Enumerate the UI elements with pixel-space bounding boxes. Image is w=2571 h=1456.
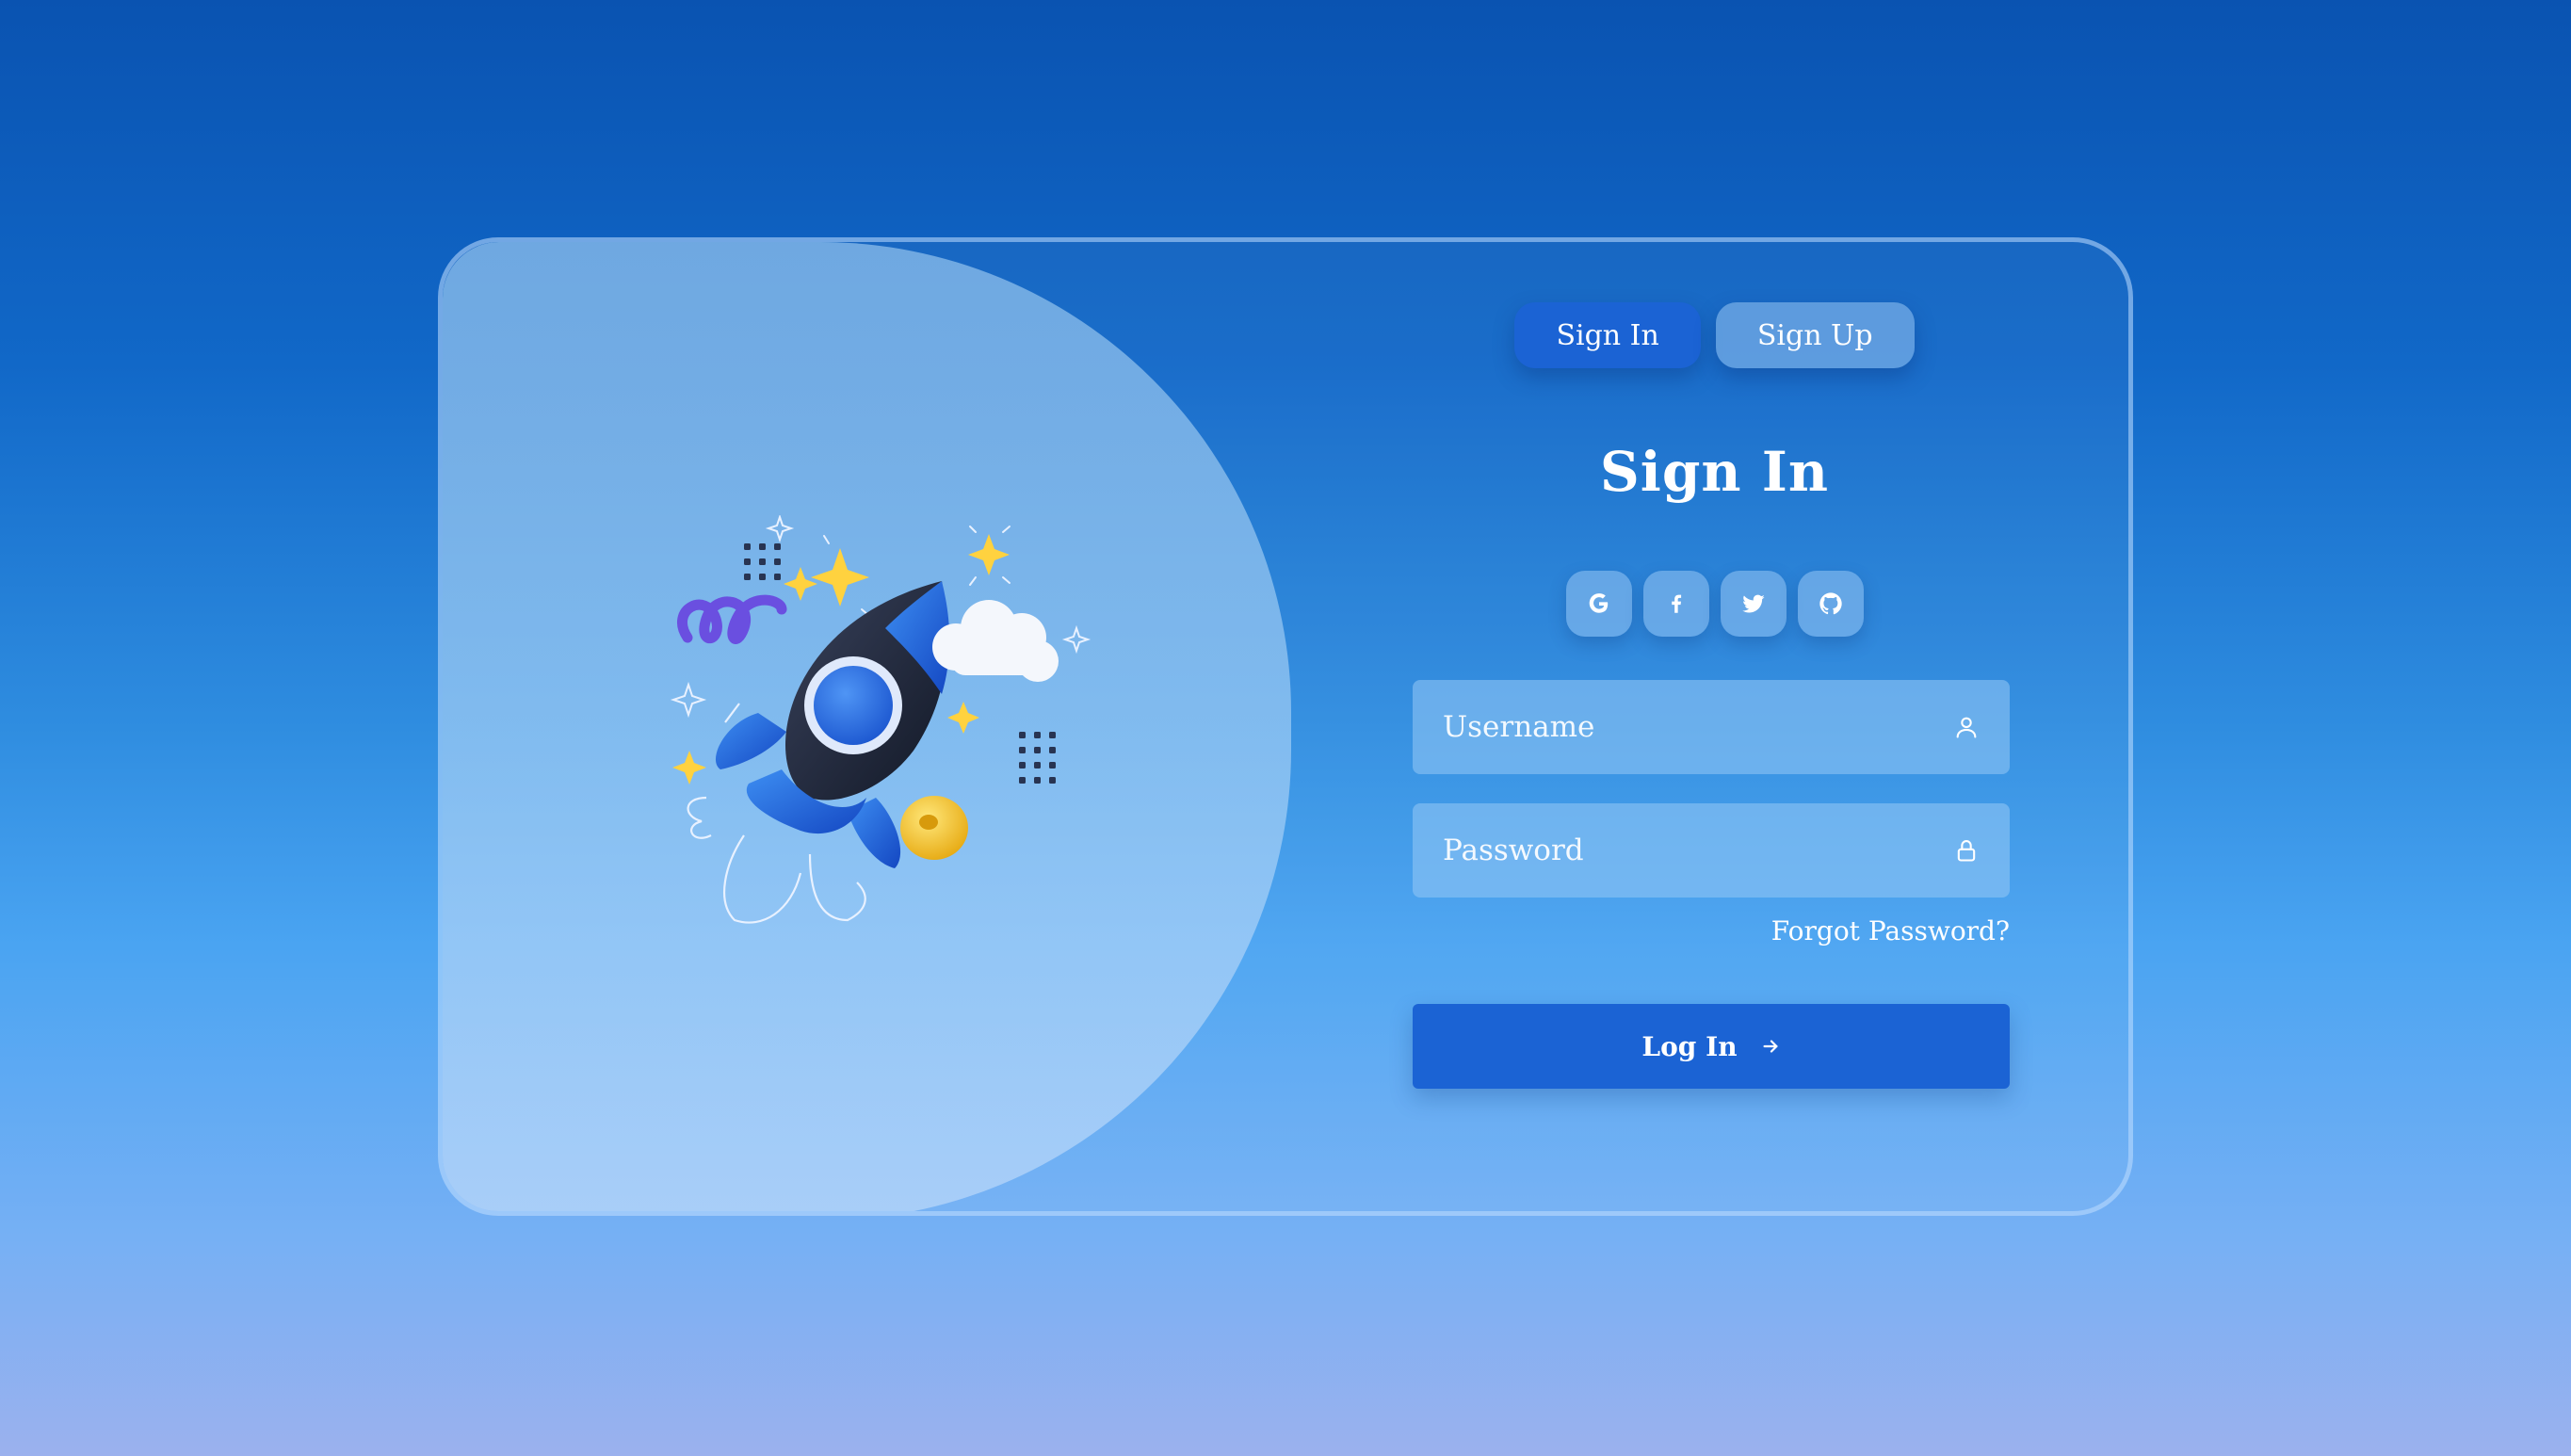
- lock-icon: [1951, 835, 1981, 866]
- username-field[interactable]: [1413, 680, 2010, 774]
- google-icon: [1589, 593, 1608, 613]
- password-input[interactable]: [1441, 833, 1951, 868]
- user-icon: [1951, 712, 1981, 742]
- login-button[interactable]: Log In: [1413, 1004, 2010, 1089]
- auth-tabs: Sign In Sign Up: [1291, 302, 2128, 368]
- social-login-buttons: [1291, 571, 2128, 637]
- twitter-icon: [1741, 594, 1765, 613]
- forgot-password-link[interactable]: Forgot Password?: [1771, 915, 2010, 946]
- facebook-icon: [1671, 594, 1681, 613]
- arrow-right-icon: [1763, 1040, 1778, 1053]
- rocket-illustration: [670, 515, 1091, 924]
- facebook-button[interactable]: [1642, 571, 1709, 637]
- login-button-label: Log In: [1641, 1030, 1738, 1062]
- tab-sign-in[interactable]: Sign In: [1514, 302, 1701, 368]
- tab-sign-up[interactable]: Sign Up: [1715, 302, 1915, 368]
- github-icon: [1819, 592, 1842, 615]
- page-title: Sign In: [1599, 440, 1830, 504]
- username-input[interactable]: [1441, 709, 1951, 745]
- auth-card: Sign In Sign Up Sign In Username Forgot …: [438, 237, 2133, 1216]
- password-field[interactable]: [1413, 803, 2010, 898]
- sign-in-panel: Sign In Sign Up Sign In Username Forgot …: [1291, 242, 2128, 1211]
- twitter-button[interactable]: [1720, 571, 1787, 637]
- github-button[interactable]: [1797, 571, 1864, 637]
- illustration-panel: [443, 242, 1291, 1211]
- google-button[interactable]: [1565, 571, 1632, 637]
